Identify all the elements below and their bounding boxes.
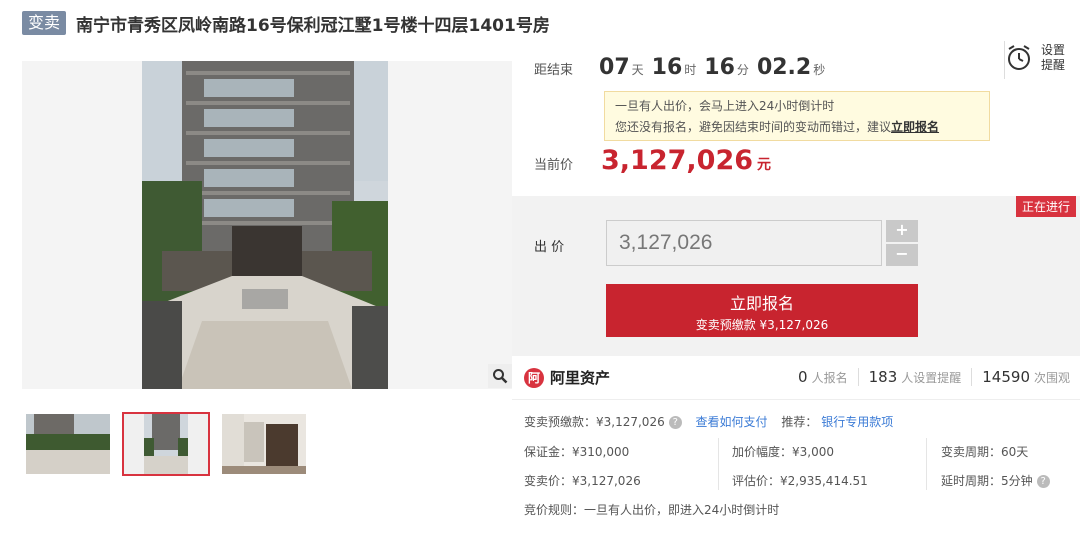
divider [971, 368, 973, 386]
countdown-days-unit: 天 [631, 63, 644, 77]
current-price-value: 3,127,026 [601, 145, 754, 176]
current-price-row: 当前价 3,127,026 元 [534, 145, 771, 176]
divider [718, 438, 719, 490]
ali-assets-logo: 阿 [524, 367, 544, 388]
margin-text: 保证金：¥310,000 [524, 445, 630, 459]
stats: 0 人报名 183 人设置提醒 14590 次围观 [798, 368, 1070, 386]
current-price-label: 当前价 [534, 158, 574, 173]
countdown: 距结束 07 天 16 时 16 分 02.2 秒 [534, 55, 829, 80]
view-count-label: 次围观 [1033, 371, 1070, 385]
countdown-days: 07 [599, 55, 630, 80]
magnifier-icon [493, 369, 508, 384]
countdown-label: 距结束 [534, 63, 574, 78]
signup-count: 0 [798, 368, 808, 386]
set-reminder-label: 设置提醒 [1040, 43, 1065, 72]
bid-panel: 正在进行 出 价 3,127,026 + − 立即报名 变卖预缴款 ¥3,127… [512, 196, 1080, 356]
appraisal-text: 评估价：¥2,935,414.51 [732, 474, 868, 488]
signup-button[interactable]: 立即报名 变卖预缴款 ¥3,127,026 [606, 284, 918, 337]
countdown-seconds-unit: 秒 [813, 63, 826, 77]
main-image-viewer[interactable] [22, 61, 512, 389]
bid-rule-text: 竞价规则：一旦有人出价，即进入24小时倒计时 [524, 503, 780, 517]
help-icon[interactable]: ? [1036, 475, 1050, 488]
sale-type-tag: 变卖 [22, 11, 67, 35]
deposit-text: 变卖预缴款：¥3,127,026 [524, 415, 665, 429]
bank-payment-link[interactable]: 银行专用款项 [821, 415, 893, 429]
increment-button[interactable]: + [886, 220, 918, 242]
countdown-seconds: 02.2 [756, 55, 812, 80]
alarm-clock-icon [1008, 45, 1030, 70]
set-reminder-button[interactable]: 设置提醒 [1006, 43, 1068, 73]
notice-line-1: 一旦有人出价，会马上进入24小时倒计时 [615, 99, 835, 113]
building-photo [142, 61, 388, 389]
thumbnail-2-selected[interactable] [122, 412, 210, 476]
countdown-hours-unit: 时 [684, 63, 697, 77]
increment-text: 加价幅度：¥3,000 [732, 445, 834, 459]
thumbnail-1[interactable] [26, 414, 110, 474]
countdown-minutes-unit: 分 [736, 63, 749, 77]
deposit-row: 变卖预缴款：¥3,127,026? 查看如何支付 推荐： 银行专用款项 [524, 413, 893, 430]
current-price-unit: 元 [757, 157, 772, 173]
brand[interactable]: 阿 阿里资产 [524, 367, 610, 388]
signup-link[interactable]: 立即报名 [891, 120, 939, 134]
divider [926, 438, 927, 490]
brand-name: 阿里资产 [550, 369, 611, 387]
page-title: 南宁市青秀区凤岭南路16号保利冠江墅1号楼十四层1401号房 [76, 15, 550, 36]
title-bar: 变卖 南宁市青秀区凤岭南路16号保利冠江墅1号楼十四层1401号房 [22, 11, 550, 36]
notice-line-2: 您还没有报名，避免因结束时间的变动而错过，建议立即报名 [615, 120, 940, 134]
reminder-count: 183 [868, 368, 898, 386]
bid-amount-input[interactable]: 3,127,026 [606, 220, 882, 266]
signup-button-label: 立即报名 [729, 294, 794, 313]
period-text: 变卖周期：60天 [941, 445, 1029, 459]
auction-summary: 距结束 07 天 16 时 16 分 02.2 秒 设置提醒 一旦有人出价，会马… [512, 41, 1080, 196]
zoom-button[interactable] [488, 364, 512, 388]
countdown-minutes: 16 [704, 55, 735, 80]
thumbnail-3[interactable] [222, 414, 306, 474]
how-to-pay-link[interactable]: 查看如何支付 [696, 415, 768, 429]
signup-count-label: 人报名 [811, 371, 848, 385]
delay-text: 延时周期：5分钟 [941, 474, 1033, 488]
brand-stats-row: 阿 阿里资产 0 人报名 183 人设置提醒 14590 次围观 [512, 356, 1080, 400]
bid-stepper: + − [886, 220, 918, 266]
divider [1004, 41, 1005, 79]
help-icon[interactable]: ? [668, 416, 682, 429]
decrement-button[interactable]: − [886, 244, 918, 266]
view-count: 14590 [982, 368, 1030, 386]
reminder-count-label: 人设置提醒 [901, 371, 962, 385]
countdown-hours: 16 [651, 55, 683, 80]
notice-box: 一旦有人出价，会马上进入24小时倒计时 您还没有报名，避免因结束时间的变动而错过… [604, 91, 990, 141]
divider [857, 368, 859, 386]
status-badge: 正在进行 [1015, 196, 1076, 217]
recommend-label: 推荐： [781, 415, 818, 429]
delay-row: 延时周期：5分钟? [941, 472, 1050, 489]
sale-price-text: 变卖价：¥3,127,026 [524, 474, 641, 488]
bid-label: 出 价 [534, 240, 565, 255]
signup-deposit-label: 变卖预缴款 ¥3,127,026 [695, 318, 829, 332]
